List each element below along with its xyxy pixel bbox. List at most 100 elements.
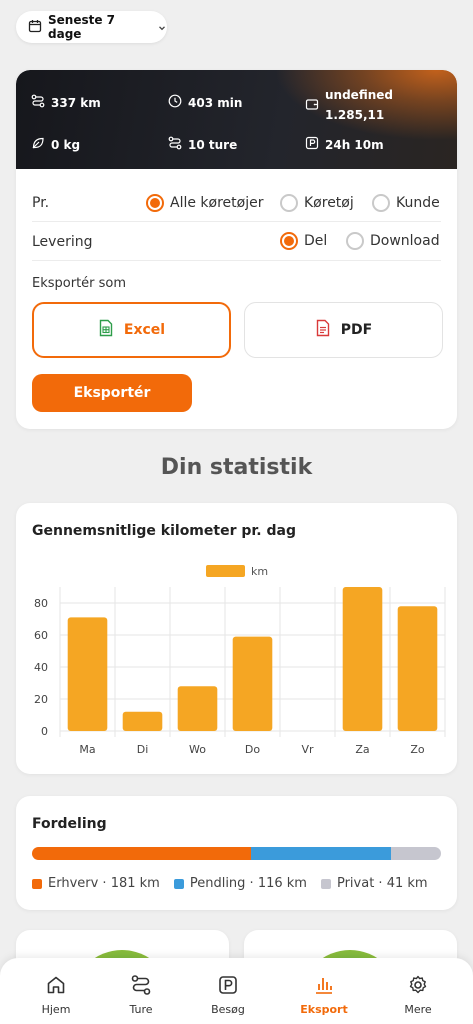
bottom-navigation: Hjem Ture Besøg Eksport Mere [0,958,473,1024]
bar-di [122,711,163,731]
excel-file-icon [98,319,114,341]
stat-amount-line2: 1.285,11 [325,108,385,122]
stat-trips: 10 ture [168,136,237,153]
x-tick-label: Vr [301,743,314,756]
y-tick-label: 40 [34,661,48,674]
section-title: Din statistik [160,455,313,480]
wallet-icon [305,97,319,114]
bar-za [342,587,383,731]
format-pdf-button[interactable]: PDF [244,302,443,358]
nav-more[interactable]: Mere [378,974,458,1016]
y-tick-label: 60 [34,629,48,642]
stat-parking: 24h 10m [305,136,384,153]
radio-dot [280,194,298,212]
delivery-label: Levering [32,233,93,250]
nav-home[interactable]: Hjem [16,974,96,1016]
format-excel-label: Excel [123,322,166,338]
x-tick-label: Di [137,743,149,756]
x-tick-label: Za [355,743,369,756]
radio-dot [346,232,364,250]
pdf-file-icon [315,319,331,341]
route-icon [130,974,152,999]
radio-label: Køretøj [304,195,354,211]
legend-swatch [173,878,184,889]
x-tick-label: Ma [79,743,95,756]
stat-amount: undefined 1.285,11 [305,85,393,125]
stat-co2-value: 0 kg [51,137,81,152]
nav-label: Besøg [211,1003,245,1016]
bar-wo [177,686,218,731]
format-excel-button[interactable]: Excel [32,302,231,358]
nav-visits[interactable]: Besøg [188,974,268,1016]
y-tick-label: 80 [34,597,48,610]
date-range-label: Seneste 7 dage [48,13,116,41]
nav-label: Eksport [300,1003,348,1016]
nav-export[interactable]: Eksport [284,974,364,1016]
nav-label: Mere [404,1003,432,1016]
legend-swatch [206,565,245,577]
date-range-selector[interactable]: Seneste 7 dage [16,11,167,43]
parking-icon [305,136,319,153]
radio-vehicle[interactable]: Køretøj [280,194,354,212]
y-tick-label: 0 [41,725,48,738]
radio-customer[interactable]: Kunde [372,194,440,212]
legend-item: Pendling · 116 km [173,876,307,891]
format-pdf-label: PDF [340,322,373,338]
distribution-card: Fordeling Erhverv · 181 km Pendling · 116… [16,796,457,910]
nav-trips[interactable]: Ture [101,974,181,1016]
nav-label: Hjem [41,1003,71,1016]
legend-label: Privat · 41 km [336,876,428,891]
legend-item: Privat · 41 km [320,876,428,891]
nav-label: Ture [129,1003,153,1016]
distribution-segment-1 [251,847,392,860]
stat-trips-value: 10 ture [188,137,238,152]
avg-km-chart-card: Gennemsnitlige kilometer pr. dag km 0 20 40… [16,503,457,774]
distribution-segment-2 [391,847,441,860]
export-card: 337 km 403 min undefined 1.285,11 0 kg 1… [16,70,457,429]
legend-item: Erhverv · 181 km [32,876,160,891]
bar-zo [397,606,438,731]
parking-icon [217,974,239,999]
stat-distance: 337 km [31,94,101,111]
avg-km-bar-chart: km 0 20 40 60 80 Ma Di Wo Do Vr Za Zo [34,565,446,756]
home-icon [45,974,67,999]
chevron-down-icon [157,18,167,37]
radio-label: Download [370,233,440,249]
x-tick-label: Wo [189,743,206,756]
radio-all-vehicles[interactable]: Alle køretøjer [146,194,263,212]
radio-download[interactable]: Download [346,232,440,250]
export-button[interactable]: Eksportér [32,374,192,412]
radio-label: Del [304,233,328,249]
radio-label: Kunde [396,195,440,211]
gear-icon [407,974,429,999]
legend-label: Pendling · 116 km [189,876,307,891]
distribution-title: Fordeling [32,816,107,832]
clock-icon [168,94,182,111]
distribution-legend: Erhverv · 181 km Pendling · 116 km Privat … [32,876,442,891]
leaf-icon [31,136,45,153]
bar-ma [67,617,108,731]
legend-label: Erhverv · 181 km [48,876,160,891]
bar-chart-icon [313,974,335,999]
legend-swatch [32,878,42,889]
stat-distance-value: 337 km [51,95,101,110]
calendar-icon [28,18,42,37]
stat-duration-value: 403 min [188,95,243,110]
stat-amount-line1: undefined [325,88,393,102]
distribution-segment-0 [32,847,252,860]
bar-do [232,636,273,731]
route-icon [31,94,45,111]
stat-co2: 0 kg [31,136,80,153]
radio-share[interactable]: Del [280,232,327,250]
stats-summary-panel: 337 km 403 min undefined 1.285,11 0 kg 1… [16,70,457,169]
radio-dot [372,194,390,212]
stat-duration: 403 min [168,94,242,111]
stat-parking-value: 24h 10m [325,137,384,152]
legend-label: km [251,565,268,578]
radio-dot [280,232,298,250]
per-label: Pr. [32,194,50,211]
route-icon [168,136,182,153]
y-tick-label: 20 [34,693,48,706]
radio-dot [146,194,164,212]
radio-label: Alle køretøjer [170,195,264,211]
